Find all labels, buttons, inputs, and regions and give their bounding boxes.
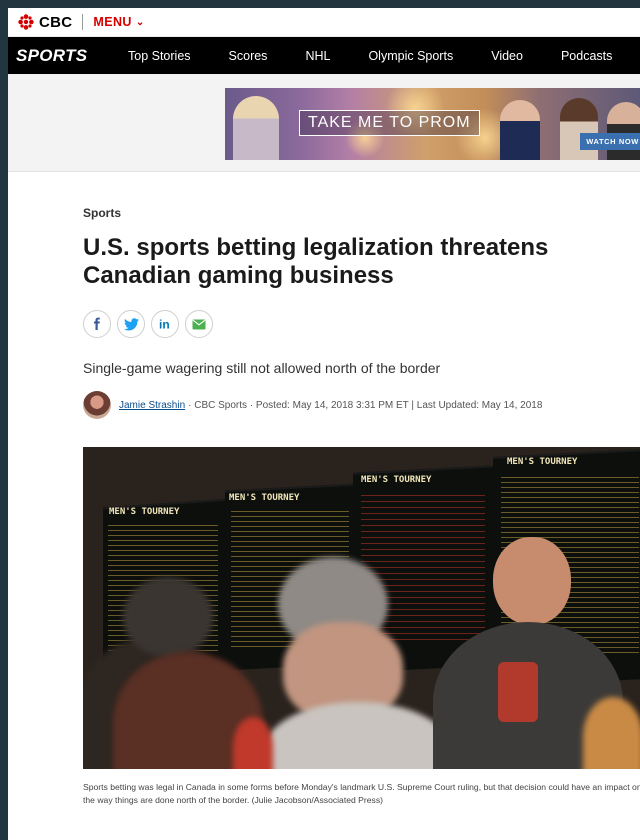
nav-podcasts[interactable]: Podcasts [561,49,612,63]
nav-nhl[interactable]: NHL [305,49,330,63]
ad-headline: TAKE ME TO PROM [299,110,480,136]
cbc-header: CBC MENU ⌄ [8,8,640,37]
menu-button[interactable]: MENU ⌄ [93,15,144,29]
advertisement-banner[interactable]: TAKE ME TO PROM WATCH NOW [225,88,640,160]
board-title-3: MEN'S TOURNEY [361,475,432,485]
article-headline: U.S. sports betting legalization threate… [83,234,549,289]
ad-watch-now-button[interactable]: WATCH NOW [580,133,640,150]
linkedin-icon: in [159,318,170,332]
nav-scores[interactable]: Scores [229,49,268,63]
menu-label: MENU [93,15,132,29]
share-email-button[interactable] [185,310,213,338]
cbc-gem-icon[interactable] [18,14,34,30]
board-title-4: MEN'S TOURNEY [507,457,578,467]
board-title-2: MEN'S TOURNEY [229,493,300,503]
nav-olympic-sports[interactable]: Olympic Sports [368,49,453,63]
share-linkedin-button[interactable]: in [151,310,179,338]
facebook-icon [94,317,100,330]
cbc-wordmark[interactable]: CBC [39,14,72,31]
share-buttons: in [83,310,640,338]
article-kicker[interactable]: Sports [83,206,640,220]
article: Sports U.S. sports betting legalization … [83,206,640,419]
article-meta: · CBC Sports · Posted: May 14, 2018 3:31… [188,399,543,411]
author-avatar [83,391,111,419]
nav-video[interactable]: Video [491,49,523,63]
svg-text:in: in [159,318,170,332]
chevron-down-icon: ⌄ [135,16,145,28]
sports-section-logo[interactable]: SPORTS [8,46,116,66]
article-deck: Single-game wagering still not allowed n… [83,360,441,376]
ad-band: TAKE ME TO PROM WATCH NOW [8,74,640,172]
board-title-1: MEN'S TOURNEY [109,507,180,517]
header-divider [82,14,84,30]
twitter-icon [123,317,139,330]
photo-caption: Sports betting was legal in Canada in so… [83,782,640,805]
nav-top-stories[interactable]: Top Stories [128,49,191,63]
author-link[interactable]: Jamie Strashin [119,400,185,411]
email-icon [192,319,206,329]
share-facebook-button[interactable] [83,310,111,338]
byline: Jamie Strashin · CBC Sports · Posted: Ma… [83,391,640,419]
article-photo: MEN'S TOURNEY MEN'S TOURNEY MEN'S TOURNE… [83,447,640,769]
share-twitter-button[interactable] [117,310,145,338]
sports-nav: SPORTS Top Stories Scores NHL Olympic Sp… [8,37,640,74]
